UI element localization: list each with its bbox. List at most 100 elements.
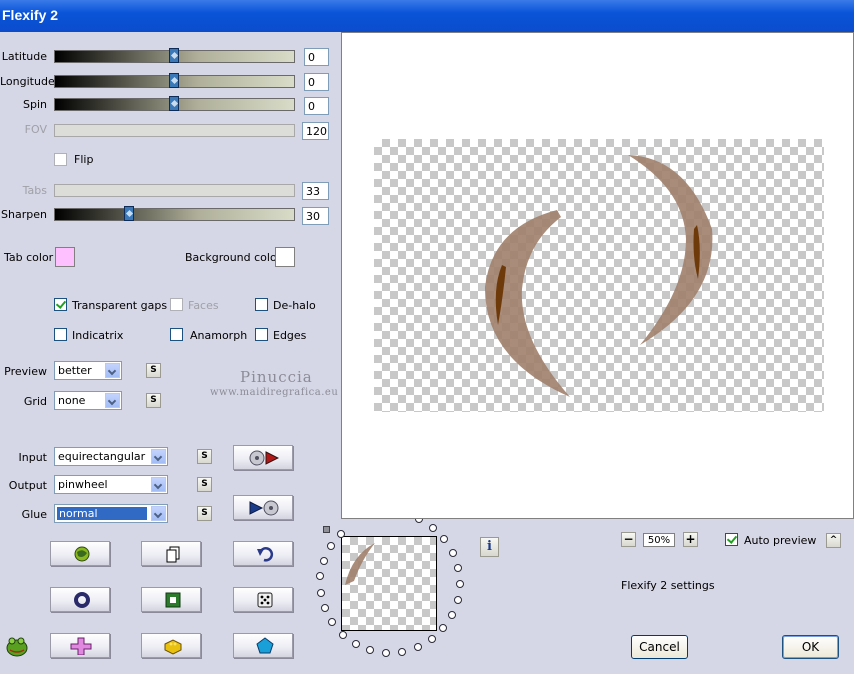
title-bar: Flexify 2 [0, 0, 854, 32]
zoom-in-button[interactable]: + [683, 532, 698, 547]
preview-canvas[interactable] [341, 32, 854, 519]
output-save-button[interactable]: S [197, 477, 212, 492]
spin-slider[interactable] [54, 96, 295, 111]
navigator-dot [448, 610, 457, 619]
ring-icon [74, 592, 90, 608]
watermark-title: Pinuccia [240, 368, 313, 386]
zoom-level: 50% [643, 533, 675, 547]
navigator-dot [382, 648, 391, 657]
glue-select-value: normal [57, 507, 147, 520]
ring-button[interactable] [50, 587, 110, 612]
navigator-dot [338, 630, 347, 639]
info-button[interactable]: i [480, 537, 499, 557]
swap-input-button[interactable] [233, 445, 293, 470]
spin-field[interactable]: 0 [304, 97, 329, 115]
watermark-url: www.maidiregrafica.eu [210, 387, 339, 398]
navigator-dot [320, 604, 329, 613]
sharpen-slider[interactable] [54, 206, 295, 221]
settings-label: Flexify 2 settings [621, 579, 715, 592]
copy-icon [166, 546, 180, 563]
navigator-dot [427, 635, 436, 644]
navigator-handle[interactable] [323, 526, 330, 533]
grid-save-button[interactable]: S [146, 393, 161, 408]
pentagon-button[interactable] [233, 633, 293, 658]
background-color-swatch[interactable] [275, 247, 295, 267]
auto-preview-label: Auto preview [744, 534, 817, 547]
brick-button[interactable] [141, 633, 201, 658]
sharpen-field[interactable]: 30 [302, 207, 329, 225]
thumbnail-preview-shape [345, 543, 375, 585]
edges-checkbox[interactable] [255, 328, 268, 341]
chevron-down-icon[interactable] [105, 393, 120, 408]
chevron-down-icon[interactable] [151, 506, 166, 521]
dice-icon [257, 592, 273, 608]
grid-select[interactable]: none [54, 391, 122, 410]
preview-select-label: Preview [4, 365, 47, 378]
navigator-dot [316, 572, 325, 581]
frame-button[interactable] [141, 587, 201, 612]
input-save-button[interactable]: S [197, 449, 212, 464]
glue-save-button[interactable]: S [197, 506, 212, 521]
navigator-dot [453, 595, 462, 604]
zoom-out-button[interactable]: − [621, 532, 636, 547]
latitude-field[interactable]: 0 [304, 48, 329, 66]
fov-field[interactable]: 120 [302, 122, 329, 140]
navigator-dot [413, 643, 422, 652]
slider-thumb[interactable] [169, 96, 179, 111]
de-halo-label: De-halo [273, 299, 316, 312]
slider-thumb[interactable] [169, 73, 179, 88]
longitude-slider[interactable] [54, 73, 295, 88]
transparent-gaps-label: Transparent gaps [72, 299, 168, 312]
collapse-button[interactable]: ^ [826, 533, 841, 548]
flip-label: Flip [74, 153, 94, 166]
output-select[interactable]: pinwheel [54, 475, 168, 494]
navigator-dot [398, 647, 407, 656]
longitude-field[interactable]: 0 [304, 73, 329, 91]
cancel-button[interactable]: Cancel [631, 635, 688, 659]
pentagon-icon [256, 637, 274, 654]
edges-label: Edges [273, 329, 307, 342]
chevron-down-icon[interactable] [151, 449, 166, 464]
input-select[interactable]: equirectangular [54, 447, 168, 466]
slider-thumb[interactable] [169, 48, 179, 63]
preview-image [374, 139, 824, 412]
undo-button[interactable] [233, 541, 293, 566]
anamorph-checkbox[interactable] [170, 328, 183, 341]
dice-button[interactable] [233, 587, 293, 612]
navigator-dot [449, 548, 458, 557]
anamorph-label: Anamorph [190, 329, 248, 342]
preview-select[interactable]: better [54, 361, 122, 380]
cross-button[interactable] [50, 633, 110, 658]
globe-button[interactable] [50, 541, 110, 566]
navigator-dot [336, 529, 345, 538]
navigator-thumbnail[interactable] [341, 536, 437, 631]
transparent-gaps-checkbox[interactable] [54, 298, 67, 311]
navigator-dot [316, 588, 325, 597]
output-select-value: pinwheel [58, 478, 108, 491]
indicatrix-checkbox[interactable] [54, 328, 67, 341]
ok-button[interactable]: OK [782, 635, 839, 659]
tabs-field[interactable]: 33 [302, 182, 329, 200]
navigator-dot [455, 579, 464, 588]
chevron-down-icon[interactable] [151, 477, 166, 492]
copy-button[interactable] [141, 541, 201, 566]
brick-icon [164, 639, 182, 655]
spin-label: Spin [23, 98, 47, 111]
input-select-label: Input [18, 451, 47, 464]
chevron-down-icon[interactable] [105, 363, 120, 378]
slider-thumb[interactable] [124, 206, 134, 221]
auto-preview-checkbox[interactable] [725, 533, 738, 546]
navigator-dot [440, 534, 449, 543]
de-halo-checkbox[interactable] [255, 298, 268, 311]
flip-checkbox[interactable] [54, 153, 67, 166]
preview-save-button[interactable]: S [146, 363, 161, 378]
cross-icon [70, 637, 92, 655]
tab-color-label: Tab color [4, 251, 54, 264]
logo-icon [6, 637, 28, 657]
latitude-slider[interactable] [54, 48, 295, 63]
swap-output-button[interactable] [233, 495, 293, 520]
tab-color-swatch[interactable] [55, 247, 75, 267]
grid-select-value: none [58, 394, 86, 407]
navigator-dot [428, 523, 437, 532]
glue-select[interactable]: normal [54, 504, 168, 523]
